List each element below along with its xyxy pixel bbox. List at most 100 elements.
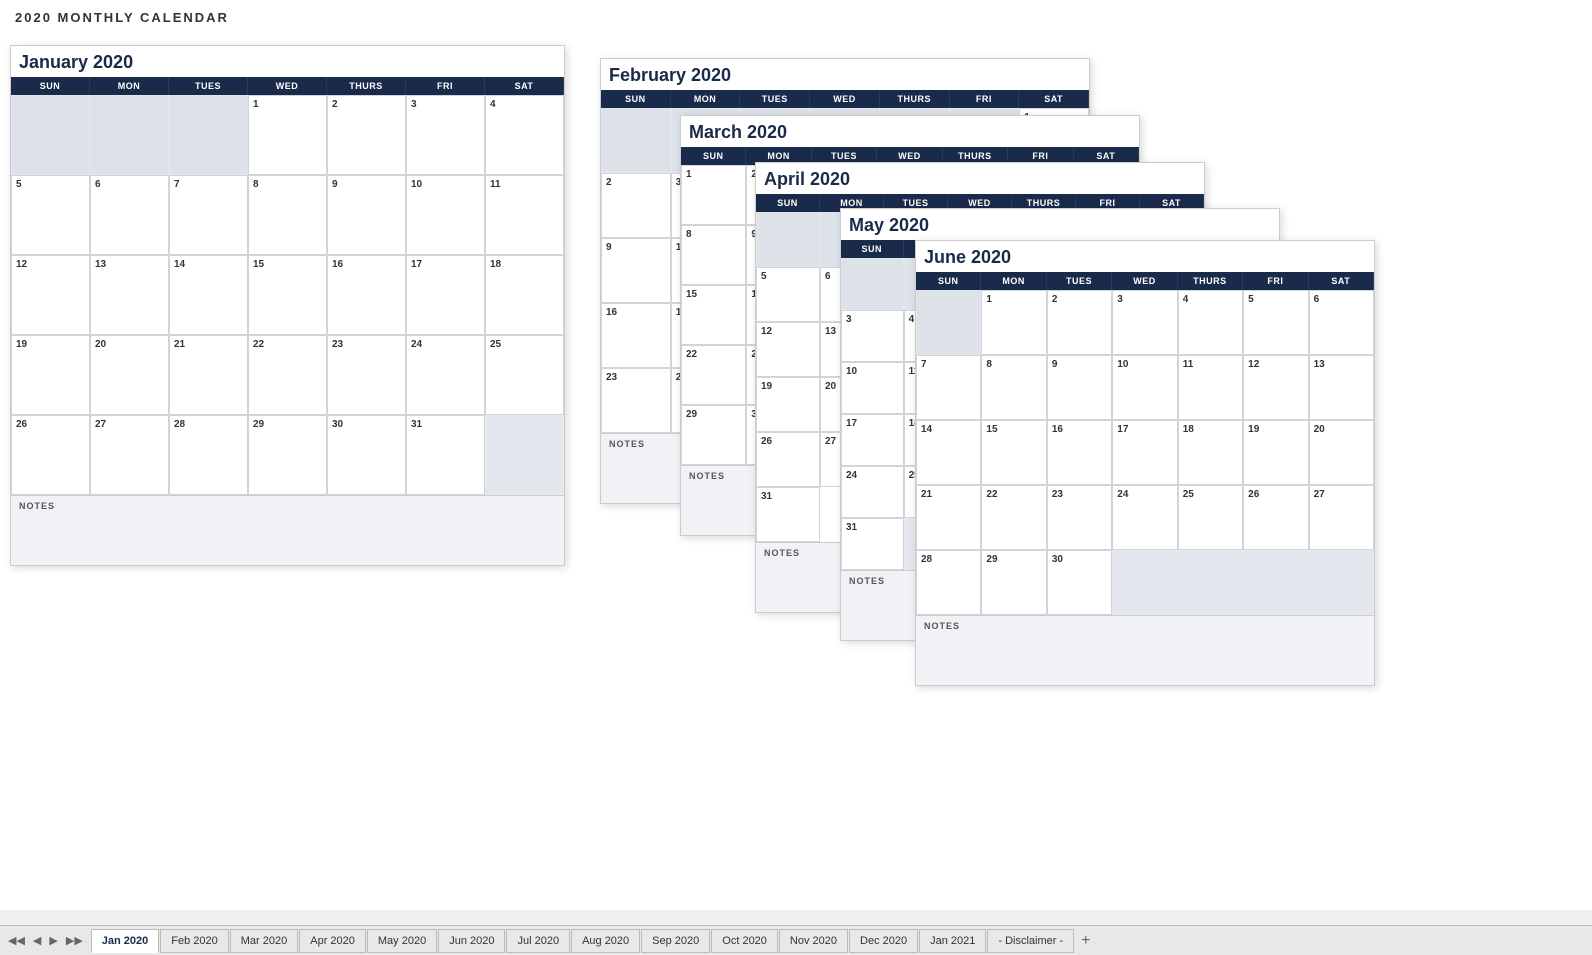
table-row xyxy=(601,108,671,173)
jan-hdr-fri: FRI xyxy=(406,77,485,95)
table-row: 17 xyxy=(1112,420,1177,485)
jun-hdr-fri: FRI xyxy=(1243,272,1308,290)
table-row: 23 xyxy=(1047,485,1112,550)
table-row: 24 xyxy=(1112,485,1177,550)
january-body: 1 2 3 4 5 6 7 8 9 10 11 12 13 14 15 16 1… xyxy=(11,95,564,495)
february-title: February 2020 xyxy=(601,59,1089,90)
sheet-nav-left-left[interactable]: ◀◀ xyxy=(5,932,28,949)
table-row: 23 xyxy=(601,368,671,433)
february-header: SUN MON TUES WED THURS FRI SAT xyxy=(601,90,1089,108)
feb-hdr-tues: TUES xyxy=(740,90,810,108)
tab-jan-2021[interactable]: Jan 2021 xyxy=(919,929,986,953)
tab-nov-2020[interactable]: Nov 2020 xyxy=(779,929,848,953)
tab-jan-2020[interactable]: Jan 2020 xyxy=(91,929,159,953)
table-row: 4 xyxy=(485,95,564,175)
tab-sep-2020[interactable]: Sep 2020 xyxy=(641,929,710,953)
june-body: 1 2 3 4 5 6 7 8 9 10 11 12 13 14 15 16 1… xyxy=(916,290,1374,615)
table-row: 29 xyxy=(681,405,746,465)
table-row: 10 xyxy=(841,362,904,414)
january-notes: NOTES xyxy=(11,495,564,565)
table-row: 14 xyxy=(169,255,248,335)
jun-hdr-sun: SUN xyxy=(916,272,981,290)
table-row: 3 xyxy=(841,310,904,362)
tab-mar-2020[interactable]: Mar 2020 xyxy=(230,929,298,953)
table-row: 15 xyxy=(681,285,746,345)
table-row: 19 xyxy=(11,335,90,415)
table-row: 9 xyxy=(1047,355,1112,420)
table-row: 2 xyxy=(1047,290,1112,355)
june-header: SUN MON TUES WED THURS FRI SAT xyxy=(916,272,1374,290)
table-row: 29 xyxy=(248,415,327,495)
june-title: June 2020 xyxy=(916,241,1374,272)
apr-hdr-sun: SUN xyxy=(756,194,820,212)
jun-hdr-mon: MON xyxy=(981,272,1046,290)
table-row: 21 xyxy=(169,335,248,415)
calendar-january: January 2020 SUN MON TUES WED THURS FRI … xyxy=(10,45,565,566)
table-row: 28 xyxy=(916,550,981,615)
table-row: 12 xyxy=(1243,355,1308,420)
table-row xyxy=(485,415,564,495)
table-row: 26 xyxy=(1243,485,1308,550)
table-row: 22 xyxy=(681,345,746,405)
january-header: SUN MON TUES WED THURS FRI SAT xyxy=(11,77,564,95)
table-row xyxy=(1243,550,1308,615)
table-row: 26 xyxy=(11,415,90,495)
table-row: 24 xyxy=(406,335,485,415)
tab-jun-2020[interactable]: Jun 2020 xyxy=(438,929,505,953)
tab-aug-2020[interactable]: Aug 2020 xyxy=(571,929,640,953)
sheet-nav-right-right[interactable]: ▶▶ xyxy=(63,932,86,949)
tab-oct-2020[interactable]: Oct 2020 xyxy=(711,929,778,953)
table-row: 26 xyxy=(756,432,820,487)
table-row: 16 xyxy=(601,303,671,368)
table-row: 3 xyxy=(1112,290,1177,355)
feb-hdr-thurs: THURS xyxy=(880,90,950,108)
jan-hdr-wed: WED xyxy=(248,77,327,95)
feb-hdr-wed: WED xyxy=(810,90,880,108)
table-row xyxy=(90,95,169,175)
table-row xyxy=(916,290,981,355)
table-row: 7 xyxy=(916,355,981,420)
feb-hdr-mon: MON xyxy=(671,90,741,108)
table-row: 1 xyxy=(248,95,327,175)
sheet-nav-left[interactable]: ◀ xyxy=(30,932,44,949)
tab-dec-2020[interactable]: Dec 2020 xyxy=(849,929,918,953)
jun-hdr-thurs: THURS xyxy=(1178,272,1243,290)
table-row: 21 xyxy=(916,485,981,550)
table-row: 4 xyxy=(1178,290,1243,355)
table-row: 15 xyxy=(248,255,327,335)
table-row: 22 xyxy=(981,485,1046,550)
tab-may-2020[interactable]: May 2020 xyxy=(367,929,437,953)
sheet-nav-right[interactable]: ▶ xyxy=(46,932,60,949)
table-row: 16 xyxy=(1047,420,1112,485)
table-row: 11 xyxy=(1178,355,1243,420)
table-row: 17 xyxy=(841,414,904,466)
table-row: 3 xyxy=(406,95,485,175)
table-row: 8 xyxy=(248,175,327,255)
may-hdr-sun: SUN xyxy=(841,240,904,258)
table-row: 13 xyxy=(90,255,169,335)
table-row xyxy=(841,258,904,310)
table-row: 6 xyxy=(90,175,169,255)
table-row xyxy=(1309,550,1374,615)
table-row: 1 xyxy=(981,290,1046,355)
table-row: 5 xyxy=(756,267,820,322)
tab-disclaimer[interactable]: - Disclaimer - xyxy=(987,929,1074,953)
table-row xyxy=(1112,550,1177,615)
jan-hdr-thurs: THURS xyxy=(327,77,406,95)
calendar-june: June 2020 SUN MON TUES WED THURS FRI SAT… xyxy=(915,240,1375,686)
table-row: 31 xyxy=(756,487,820,542)
table-row: 30 xyxy=(327,415,406,495)
tab-feb-2020[interactable]: Feb 2020 xyxy=(160,929,228,953)
feb-hdr-sat: SAT xyxy=(1019,90,1089,108)
tab-apr-2020[interactable]: Apr 2020 xyxy=(299,929,366,953)
table-row: 8 xyxy=(681,225,746,285)
table-row: 16 xyxy=(327,255,406,335)
feb-hdr-fri: FRI xyxy=(950,90,1020,108)
table-row: 2 xyxy=(327,95,406,175)
table-row: 7 xyxy=(169,175,248,255)
table-row xyxy=(756,212,820,267)
add-sheet-button[interactable]: + xyxy=(1075,932,1096,950)
april-title: April 2020 xyxy=(756,163,1204,194)
jun-hdr-wed: WED xyxy=(1112,272,1177,290)
tab-jul-2020[interactable]: Jul 2020 xyxy=(506,929,570,953)
